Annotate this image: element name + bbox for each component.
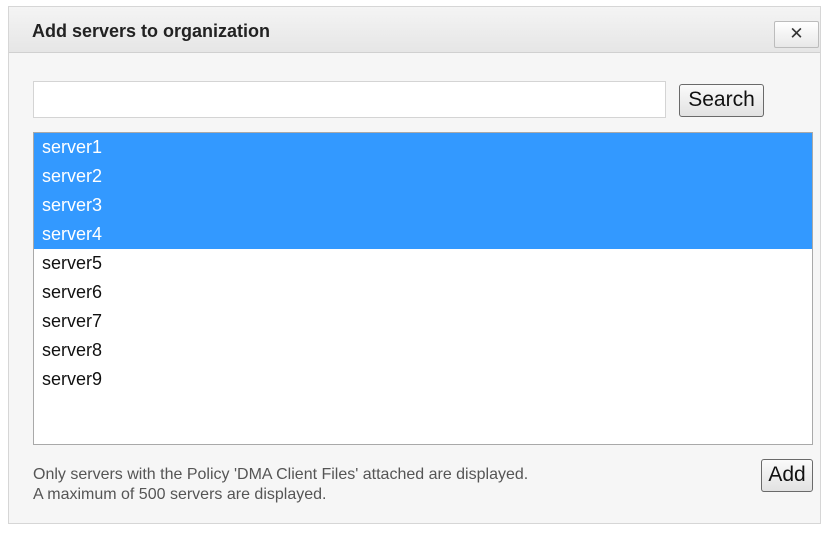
- add-button[interactable]: Add: [761, 459, 813, 492]
- close-button[interactable]: ✕: [774, 21, 819, 48]
- server-list-item[interactable]: server1: [34, 133, 812, 162]
- info-line-policy: Only servers with the Policy 'DMA Client…: [33, 466, 529, 483]
- server-listbox[interactable]: server1 server2 server3 server4 server5 serve…: [33, 132, 813, 445]
- server-list-item[interactable]: server2: [34, 162, 812, 191]
- dialog-titlebar: Add servers to organization ✕: [9, 7, 820, 53]
- info-text: Only servers with the Policy 'DMA Client…: [33, 465, 528, 505]
- search-input[interactable]: [33, 81, 666, 118]
- search-button[interactable]: Search: [679, 84, 764, 117]
- server-list-item[interactable]: server8: [34, 336, 812, 365]
- server-list-item[interactable]: server7: [34, 307, 812, 336]
- info-line-maximum: A maximum of 500 servers are displayed.: [33, 486, 327, 503]
- server-list-item[interactable]: server9: [34, 365, 812, 394]
- add-servers-dialog: Add servers to organization ✕ Search ser…: [8, 6, 821, 524]
- server-list-item[interactable]: server4: [34, 220, 812, 249]
- close-icon: ✕: [789, 24, 804, 43]
- dialog-title: Add servers to organization: [32, 21, 271, 41]
- server-list-item[interactable]: server6: [34, 278, 812, 307]
- server-list-item[interactable]: server3: [34, 191, 812, 220]
- server-list-item[interactable]: server5: [34, 249, 812, 278]
